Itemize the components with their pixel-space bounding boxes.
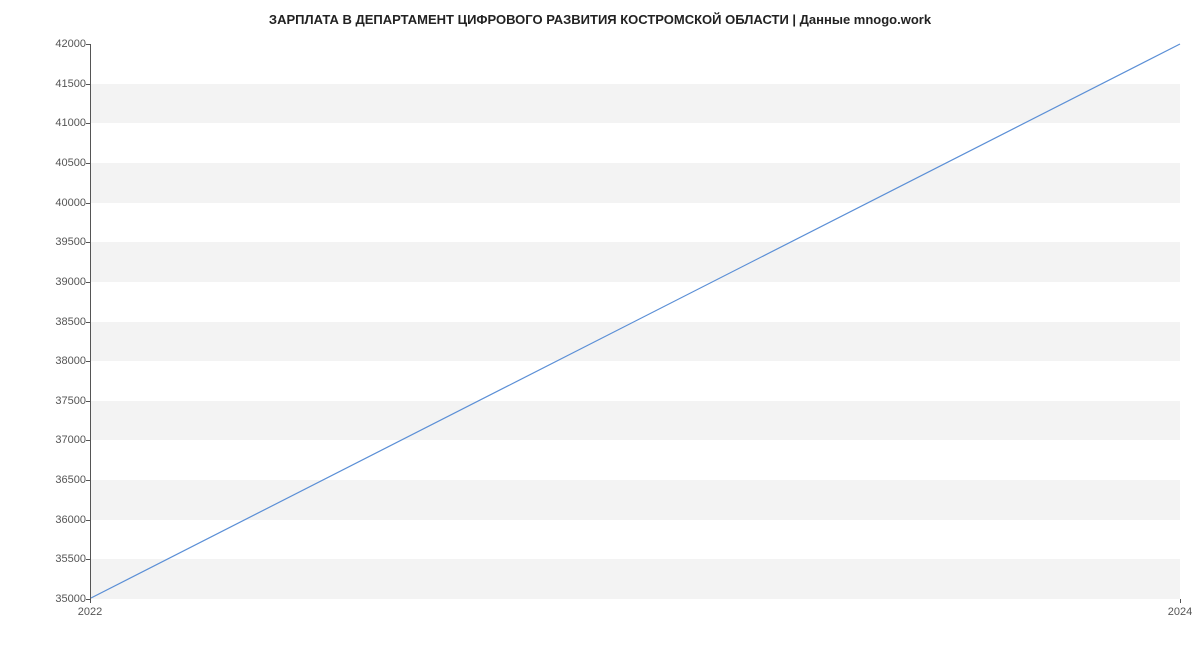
y-tick-label: 41000 [6, 117, 86, 129]
y-tick-mark [86, 203, 90, 204]
x-tick-mark [90, 599, 91, 603]
y-tick-mark [86, 242, 90, 243]
y-tick-label: 38000 [6, 355, 86, 367]
y-tick-mark [86, 520, 90, 521]
y-tick-label: 40500 [6, 157, 86, 169]
y-tick-label: 36000 [6, 514, 86, 526]
y-tick-mark [86, 440, 90, 441]
y-tick-label: 35500 [6, 553, 86, 565]
y-tick-mark [86, 282, 90, 283]
y-tick-mark [86, 480, 90, 481]
y-tick-label: 40000 [6, 197, 86, 209]
chart-title: ЗАРПЛАТА В ДЕПАРТАМЕНТ ЦИФРОВОГО РАЗВИТИ… [0, 0, 1200, 35]
line-series [91, 44, 1180, 598]
plot-area [90, 44, 1180, 599]
y-tick-mark [86, 559, 90, 560]
y-tick-mark [86, 163, 90, 164]
chart-area: 35000 35500 36000 36500 37000 37500 38000 38500… [0, 34, 1200, 624]
y-tick-label: 37000 [6, 434, 86, 446]
x-tick-label: 2024 [1168, 606, 1192, 618]
y-tick-label: 42000 [6, 38, 86, 50]
y-tick-label: 35000 [6, 593, 86, 605]
y-tick-label: 37500 [6, 395, 86, 407]
y-tick-mark [86, 44, 90, 45]
y-tick-label: 38500 [6, 316, 86, 328]
y-tick-label: 36500 [6, 474, 86, 486]
x-tick-label: 2022 [78, 606, 102, 618]
y-tick-label: 39000 [6, 276, 86, 288]
y-tick-mark [86, 401, 90, 402]
y-tick-label: 39500 [6, 236, 86, 248]
y-tick-mark [86, 123, 90, 124]
y-tick-label: 41500 [6, 78, 86, 90]
x-tick-mark [1180, 599, 1181, 603]
y-tick-mark [86, 84, 90, 85]
y-tick-mark [86, 322, 90, 323]
y-tick-mark [86, 361, 90, 362]
